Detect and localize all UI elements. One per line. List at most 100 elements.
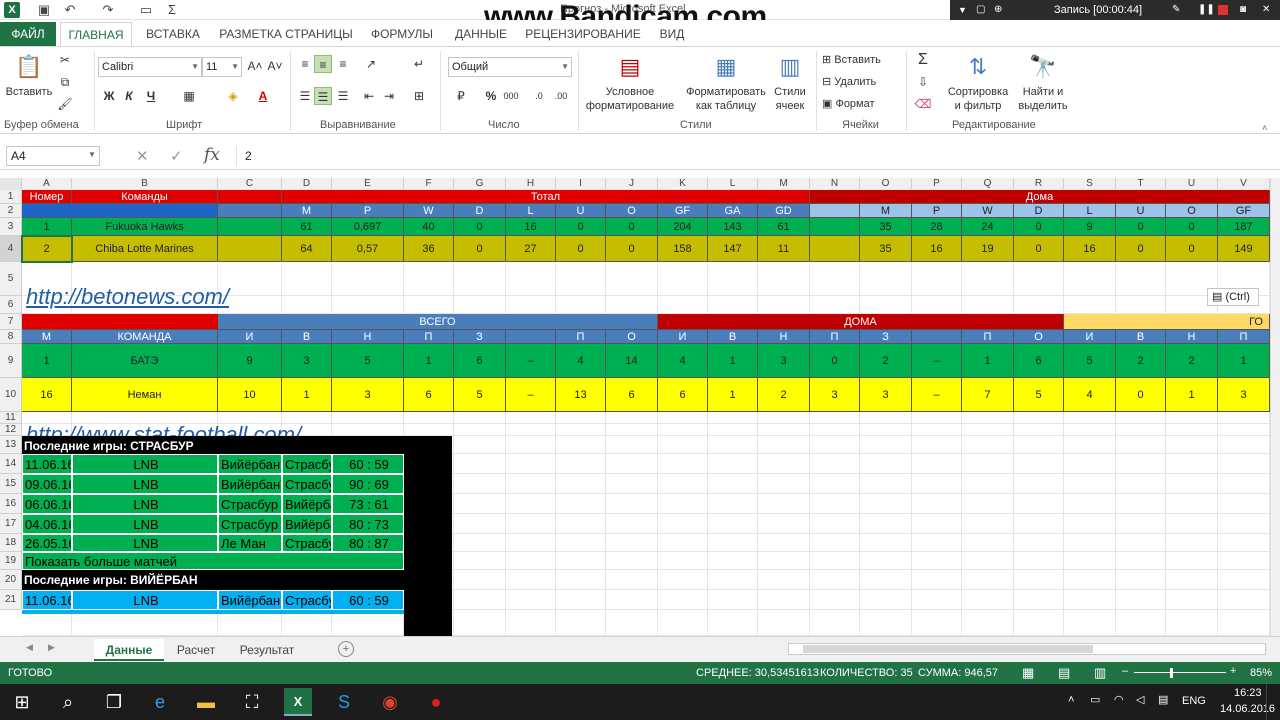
t1-row-value[interactable]: 0 <box>454 236 506 262</box>
open-folder-icon[interactable]: ▭ <box>138 2 154 18</box>
underline-button[interactable]: Ч <box>142 87 160 105</box>
undo-icon[interactable]: ↶ <box>62 2 78 18</box>
t1-row-value[interactable]: 11 <box>758 236 810 262</box>
collapse-ribbon-icon[interactable]: ˄ <box>1262 123 1267 133</box>
t1-row-value[interactable]: 0,57 <box>332 236 404 262</box>
t2-row-cell[interactable]: – <box>506 378 556 412</box>
stop-icon[interactable] <box>1218 5 1228 15</box>
increase-decimal-icon[interactable]: .0 <box>530 87 548 105</box>
notifications-icon[interactable]: ▤ <box>1158 693 1168 706</box>
t2-subheader-cell[interactable]: П <box>404 330 454 344</box>
align-middle-icon[interactable]: ≡ <box>314 55 332 73</box>
tab-formulas[interactable]: ФОРМУЛЫ <box>364 22 440 46</box>
t1-subheader-home-cell[interactable]: L <box>1064 204 1116 218</box>
t2-row-cell[interactable]: 5 <box>1064 344 1116 378</box>
t1-row-value[interactable]: 64 <box>282 236 332 262</box>
grow-font-icon[interactable]: A˄ <box>246 57 264 75</box>
pencil-icon[interactable]: ✎ <box>1172 0 1180 20</box>
t2-row-cell[interactable]: – <box>506 344 556 378</box>
t2-row-cell[interactable]: 6 <box>1014 344 1064 378</box>
increase-indent-icon[interactable]: ⇥ <box>380 87 398 105</box>
paste-options-button[interactable]: ▤ (Ctrl) <box>1207 288 1259 306</box>
t1-subheader-cell[interactable]: L <box>506 204 556 218</box>
network-icon[interactable]: ▭ <box>1090 693 1100 706</box>
t1-row-home-value[interactable]: 19 <box>962 236 1014 262</box>
t1-row-home-value[interactable]: 16 <box>912 236 962 262</box>
font-size-select[interactable]: 11 ▼ <box>202 57 242 77</box>
t1-header-home[interactable]: Дома <box>810 190 1270 204</box>
merge-center-icon[interactable]: ⊞ <box>410 87 428 105</box>
delete-cells-button[interactable]: ⊟ Удалить <box>822 75 876 89</box>
save-icon[interactable]: ▣ <box>36 2 52 18</box>
t1-row-value[interactable]: 0 <box>454 218 506 236</box>
zoom-in-icon[interactable]: + <box>1230 665 1236 677</box>
number-format-select[interactable]: Общий ▼ <box>448 57 572 77</box>
t1-subheader-home-cell[interactable]: W <box>962 204 1014 218</box>
t2-row-cell[interactable]: 7 <box>962 378 1014 412</box>
page-layout-view-icon[interactable]: ▤ <box>1058 665 1070 681</box>
format-as-table-button[interactable]: ▦ Форматировать как таблицу <box>680 51 772 113</box>
scrollbar-thumb[interactable] <box>803 645 1093 653</box>
t1-subheader-home-cell[interactable]: GF <box>1218 204 1270 218</box>
t1-row-home-value[interactable]: 9 <box>1064 218 1116 236</box>
shrink-font-icon[interactable]: A˅ <box>266 57 284 75</box>
t1-row-value[interactable]: 204 <box>658 218 708 236</box>
task-view-icon[interactable]: ❐ <box>100 688 128 716</box>
t1-subheader-blank[interactable] <box>810 204 860 218</box>
t2-row-cell[interactable]: 4 <box>556 344 606 378</box>
scroll-left-icon[interactable]: ◀ <box>26 642 33 653</box>
t2-row-cell[interactable]: 2 <box>758 378 810 412</box>
fill-color-icon[interactable]: ◈ <box>224 87 242 105</box>
t2-row-cell[interactable]: – <box>912 378 962 412</box>
thousands-icon[interactable]: 000 <box>502 87 520 105</box>
t2-subheader-cell[interactable]: М <box>22 330 72 344</box>
chevron-down-icon[interactable]: ▼ <box>88 150 96 159</box>
align-top-icon[interactable]: ≡ <box>296 55 314 73</box>
t2-row-cell[interactable]: 6 <box>606 378 658 412</box>
t1-subheader-cell[interactable]: W <box>404 204 454 218</box>
t1-subheader-home-cell[interactable]: O <box>1166 204 1218 218</box>
t1-row-blank[interactable] <box>810 218 860 236</box>
t2-row-cell[interactable]: 4 <box>658 344 708 378</box>
t1-subheader-cell[interactable]: O <box>606 204 658 218</box>
decrease-decimal-icon[interactable]: .00 <box>552 87 570 105</box>
t1-row-value[interactable]: 16 <box>506 218 556 236</box>
spreadsheet-grid[interactable]: ABCDEFGHIJKLMNOPQRSTUV 1 2 3 4 5 6 7 8 9 10 11 12 13… <box>0 178 1270 636</box>
t1-row-blank[interactable] <box>218 236 282 262</box>
t1-subheader-home-cell[interactable]: M <box>860 204 912 218</box>
t2-row-cell[interactable]: 4 <box>1064 378 1116 412</box>
t1-header-blank[interactable] <box>218 190 282 204</box>
t1-subheader-blank[interactable] <box>22 204 218 218</box>
t1-subheader-home-cell[interactable]: U <box>1116 204 1166 218</box>
t2-row-cell[interactable]: 1 <box>708 378 758 412</box>
t1-row-home-value[interactable]: 28 <box>912 218 962 236</box>
t2-subheader-cell[interactable]: В <box>1116 330 1166 344</box>
t2-row-cell[interactable]: 10 <box>218 378 282 412</box>
t2-row-cell[interactable]: 6 <box>454 344 506 378</box>
enter-icon[interactable]: ✓ <box>170 147 183 165</box>
t1-row-home-value[interactable]: 187 <box>1218 218 1270 236</box>
pause-icon[interactable]: ❚❚ <box>1198 0 1215 20</box>
t1-row-home-value[interactable]: 0 <box>1116 236 1166 262</box>
t2-row-cell[interactable]: 5 <box>1014 378 1064 412</box>
t1-row-team[interactable]: Fukuoka Hawks <box>72 218 218 236</box>
font-name-select[interactable]: Calibri ▼ <box>98 57 202 77</box>
currency-icon[interactable]: ₽ <box>452 87 470 105</box>
t2-header-total[interactable]: ВСЕГО <box>218 314 658 330</box>
t1-row-home-value[interactable]: 0 <box>1014 218 1064 236</box>
tab-view[interactable]: ВИД <box>650 22 694 46</box>
format-painter-icon[interactable]: 🖌 <box>56 95 74 113</box>
scroll-right-icon[interactable]: ▶ <box>48 642 55 653</box>
align-left-icon[interactable]: ☰ <box>296 87 314 105</box>
wifi-icon[interactable]: ◠ <box>1114 693 1124 706</box>
t2-row-cell[interactable]: 1 <box>1166 378 1218 412</box>
page-break-view-icon[interactable]: ▥ <box>1094 665 1106 681</box>
t1-row-blank[interactable] <box>810 236 860 262</box>
t2-subheader-cell[interactable]: П <box>810 330 860 344</box>
close-recorder-icon[interactable]: ✕ <box>1262 0 1270 20</box>
autosum-icon[interactable]: Σ <box>914 51 932 69</box>
redo-icon[interactable]: ↷ <box>100 2 116 18</box>
camera-icon[interactable]: ◙ <box>1240 0 1246 20</box>
cancel-icon[interactable]: ✕ <box>136 147 149 165</box>
t2-row-cell[interactable]: 6 <box>658 378 708 412</box>
